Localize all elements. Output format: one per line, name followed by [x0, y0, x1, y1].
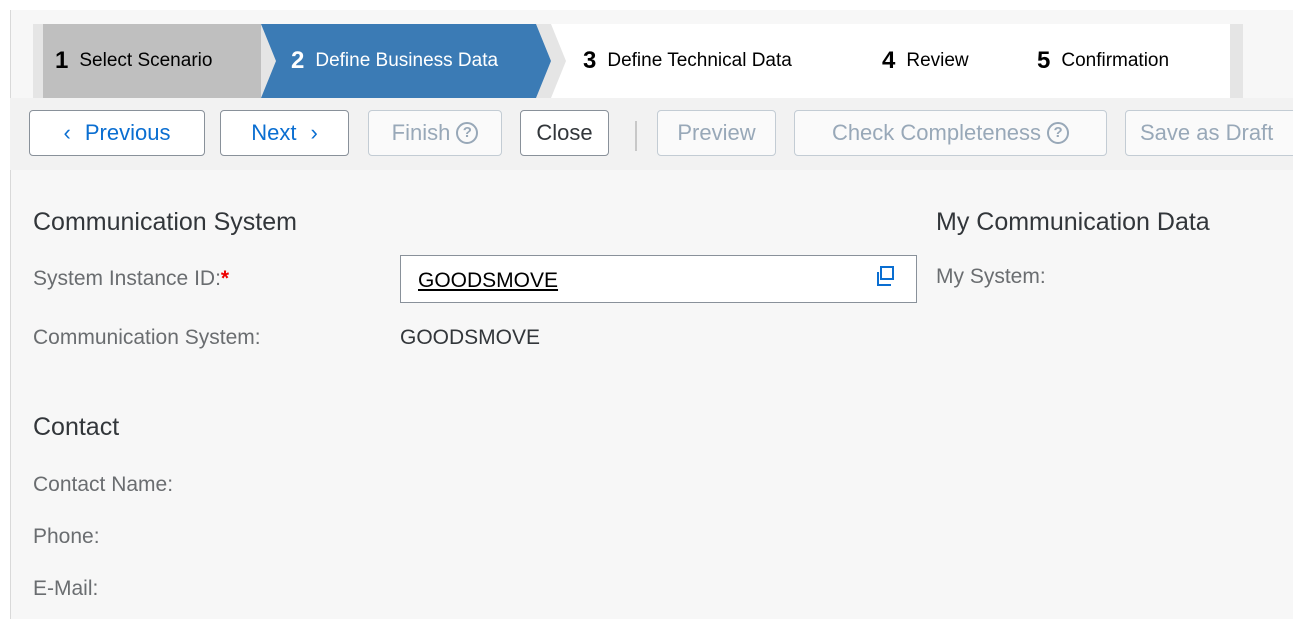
chevron-left-icon: ‹: [63, 120, 71, 145]
required-asterisk: *: [220, 267, 230, 290]
question-circle-icon: ?: [456, 122, 479, 144]
step-number: 4: [882, 47, 896, 74]
save-as-draft-button-label: Save as Draft: [1140, 120, 1274, 145]
next-button-label: Next: [251, 120, 297, 145]
step-label: Select Scenario: [79, 50, 213, 71]
next-button[interactable]: Next ›: [220, 110, 349, 156]
save-as-draft-button[interactable]: Save as Draft: [1125, 110, 1293, 156]
step-number: 5: [1037, 47, 1051, 74]
wizard-progress-bar: 1 Select Scenario 2 Define Business Data…: [33, 24, 1243, 98]
check-completeness-button[interactable]: Check Completeness ?: [794, 110, 1107, 156]
step-label: Confirmation: [1061, 50, 1170, 71]
system-instance-id-label: System Instance ID:*: [33, 267, 229, 291]
step-number: 3: [583, 47, 597, 74]
step-number: 2: [291, 47, 305, 74]
contact-name-label: Contact Name:: [33, 473, 174, 496]
wizard-step-confirmation[interactable]: 5 Confirmation: [1003, 24, 1230, 98]
previous-button-label: Previous: [84, 120, 171, 145]
value-help-icon[interactable]: [872, 264, 898, 290]
step-label: Define Business Data: [315, 50, 499, 71]
email-label: E-Mail:: [33, 577, 99, 600]
wizard-step-define-technical-data[interactable]: 3 Define Technical Data: [551, 24, 866, 98]
phone-label: Phone:: [33, 525, 100, 548]
my-system-label: My System:: [936, 265, 1046, 288]
section-title-contact: Contact: [33, 413, 120, 441]
wizard-step-define-business-data[interactable]: 2 Define Business Data: [261, 24, 551, 98]
step-label: Define Technical Data: [607, 50, 792, 71]
step-number: 1: [55, 47, 69, 74]
wizard-step-review[interactable]: 4 Review: [848, 24, 1020, 98]
preview-button[interactable]: Preview: [657, 110, 776, 156]
communication-system-value: GOODSMOVE: [400, 326, 541, 349]
section-title-communication-system: Communication System: [33, 208, 297, 236]
question-circle-icon: ?: [1047, 122, 1070, 144]
check-completeness-button-label: Check Completeness: [831, 120, 1042, 145]
step-label: Review: [906, 50, 969, 71]
toolbar-separator: [635, 121, 637, 151]
wizard-step-select-scenario[interactable]: 1 Select Scenario: [43, 24, 261, 98]
preview-button-label: Preview: [677, 120, 756, 145]
system-instance-id-label-text: System Instance ID:: [33, 267, 221, 290]
wizard-toolbar: ‹ Previous Next › Finish ? Close Preview…: [10, 98, 1293, 170]
previous-button[interactable]: ‹ Previous: [29, 110, 205, 156]
system-instance-id-value[interactable]: GOODSMOVE: [418, 269, 558, 293]
section-title-my-communication-data: My Communication Data: [936, 208, 1210, 236]
close-button-label: Close: [536, 120, 593, 145]
system-instance-id-field[interactable]: GOODSMOVE: [400, 255, 917, 303]
chevron-right-icon: ›: [310, 120, 318, 145]
finish-button-label: Finish: [391, 120, 451, 145]
close-button[interactable]: Close: [520, 110, 609, 156]
finish-button[interactable]: Finish ?: [368, 110, 502, 156]
communication-system-label: Communication System:: [33, 326, 261, 349]
